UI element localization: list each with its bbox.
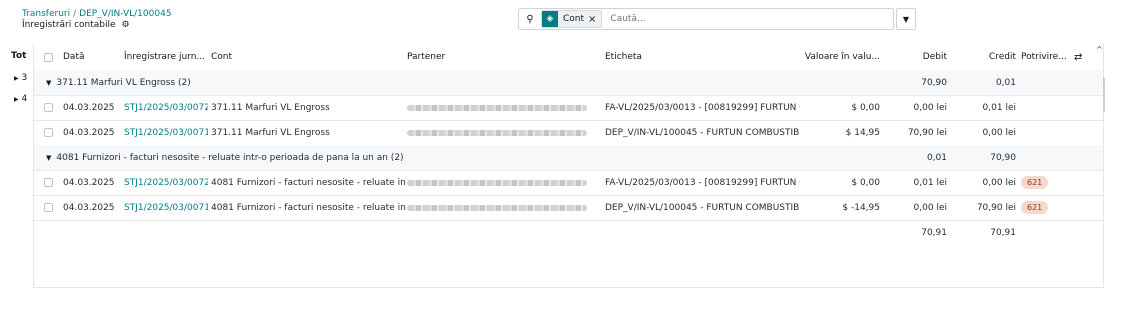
column-header-journal-entry[interactable]: Înregistrare jurn... [124, 44, 204, 70]
breadcrumb-parent-link[interactable]: Transferuri [22, 9, 70, 19]
breadcrumb-current-link[interactable]: DEP_V/IN-VL/100045 [79, 9, 171, 19]
column-header-debit[interactable]: Debit [889, 44, 947, 70]
journal-items-list: Dată Înregistrare jurn... Cont Partener … [33, 44, 1104, 288]
row-label: FA-VL/2025/03/0013 - [00819299] FURTUN C… [605, 102, 800, 113]
page-title-text: Înregistrări contabile [22, 20, 116, 30]
row-label: FA-VL/2025/03/0013 - [00819299] FURTUN C… [605, 177, 800, 188]
row-debit: 70,90 lei [907, 127, 947, 138]
scrollbar-thumb[interactable] [1103, 78, 1105, 112]
table-row[interactable]: 04.03.2025 STJ1/2025/03/0071 371.11 Marf… [34, 120, 1103, 146]
row-credit: 70,90 lei [976, 202, 1016, 213]
scroll-up-icon[interactable]: ^ [1096, 45, 1103, 54]
row-amount-currency: $ 0,00 [851, 102, 880, 113]
table-row[interactable]: 04.03.2025 STJ1/2025/03/0072 371.11 Marf… [34, 95, 1103, 121]
group-credit: 70,90 [990, 152, 1016, 163]
column-header-matching[interactable]: Potrivire... [1021, 44, 1071, 70]
facet-label: Cont [563, 14, 585, 24]
search-options-toggle[interactable]: ▼ [896, 8, 916, 30]
row-debit: 0,00 lei [913, 102, 947, 113]
gear-icon[interactable]: ⚙ [121, 20, 129, 30]
page-title: Înregistrări contabile ⚙ [22, 20, 130, 30]
matching-badge[interactable]: 621 [1021, 170, 1071, 195]
table-row[interactable]: 04.03.2025 STJ1/2025/03/0071 4081 Furniz… [34, 195, 1103, 221]
column-header-partner[interactable]: Partener [407, 44, 557, 70]
row-partner-redacted [407, 195, 597, 220]
row-checkbox[interactable] [44, 120, 56, 145]
breadcrumb: Transferuri / DEP_V/IN-VL/100045 [22, 9, 172, 19]
breadcrumb-separator: / [73, 9, 77, 19]
search-icon[interactable]: ⚲ [519, 14, 541, 25]
group-debit: 0,01 [926, 152, 947, 163]
account-facet-icon: ◈ [542, 11, 558, 27]
column-header-account[interactable]: Cont [211, 44, 361, 70]
gutter-expander-1[interactable]: ▶ 3 [14, 73, 27, 83]
group-title: 4081 Furnizori - facturi nesosite - relu… [56, 152, 404, 163]
caret-down-icon: ▼ [46, 153, 52, 162]
row-account: 371.11 Marfuri VL Engross [211, 102, 330, 113]
totals-row: 70,91 70,91 [34, 220, 1103, 245]
search-bar: ⚲ ◈ Cont × [518, 8, 894, 30]
row-credit: 0,00 lei [982, 127, 1016, 138]
group-debit: 70,90 [921, 77, 947, 88]
row-journal-entry-link[interactable]: STJ1/2025/03/0072 [124, 170, 208, 195]
optional-columns-icon[interactable]: ⇄ [1074, 44, 1088, 70]
row-date: 04.03.2025 [63, 177, 115, 188]
row-date: 04.03.2025 [63, 127, 115, 138]
row-checkbox[interactable] [44, 95, 56, 120]
total-debit: 70,91 [921, 227, 947, 238]
group-title: 371.11 Marfuri VL Engross (2) [56, 77, 191, 88]
row-account: 4081 Furnizori - facturi nesosite - relu… [211, 177, 406, 188]
total-credit: 70,91 [990, 227, 1016, 238]
row-credit: 0,01 lei [982, 102, 1016, 113]
row-credit: 0,00 lei [982, 177, 1016, 188]
group-row[interactable]: ▼ 4081 Furnizori - facturi nesosite - rel… [34, 145, 1103, 171]
row-partner-redacted [407, 95, 597, 120]
facet-remove-button[interactable]: × [588, 14, 601, 25]
row-debit: 0,01 lei [913, 177, 947, 188]
group-row[interactable]: ▼ 371.11 Marfuri VL Engross (2) 70,90 0,0… [34, 70, 1103, 96]
totals-gutter-label: Tot [11, 51, 27, 61]
caret-down-icon: ▼ [46, 78, 52, 87]
search-input[interactable] [608, 10, 893, 28]
column-header-credit[interactable]: Credit [956, 44, 1016, 70]
row-amount-currency: $ -14,95 [842, 202, 880, 213]
row-checkbox[interactable] [44, 195, 56, 220]
row-journal-entry-link[interactable]: STJ1/2025/03/0071 [124, 120, 208, 145]
row-label: DEP_V/IN-VL/100045 - FURTUN COMBUSTIBIL [605, 202, 800, 213]
row-amount-currency: $ 0,00 [851, 177, 880, 188]
group-credit: 0,01 [995, 77, 1016, 88]
row-journal-entry-link[interactable]: STJ1/2025/03/0072 [124, 95, 208, 120]
row-label: DEP_V/IN-VL/100045 - FURTUN COMBUSTIBIL [605, 127, 800, 138]
table-row[interactable]: 04.03.2025 STJ1/2025/03/0072 4081 Furniz… [34, 170, 1103, 196]
column-header-label[interactable]: Eticheta [605, 44, 755, 70]
chevron-down-icon: ▼ [902, 14, 910, 24]
column-header-date[interactable]: Dată [63, 44, 123, 70]
row-debit: 0,00 lei [913, 202, 947, 213]
row-date: 04.03.2025 [63, 202, 115, 213]
matching-badge[interactable]: 621 [1021, 195, 1071, 220]
row-account: 4081 Furnizori - facturi nesosite - relu… [211, 202, 406, 213]
row-partner-redacted [407, 120, 597, 145]
row-checkbox[interactable] [44, 170, 56, 195]
row-account: 371.11 Marfuri VL Engross [211, 127, 330, 138]
column-header-amount-currency[interactable]: Valoare în valu... [802, 44, 880, 70]
select-all-checkbox[interactable] [44, 44, 56, 70]
gutter-expander-2[interactable]: ▶ 4 [14, 94, 27, 104]
row-amount-currency: $ 14,95 [845, 127, 880, 138]
list-header: Dată Înregistrare jurn... Cont Partener … [34, 44, 1103, 71]
row-date: 04.03.2025 [63, 102, 115, 113]
search-facet: ◈ Cont × [541, 10, 603, 28]
row-journal-entry-link[interactable]: STJ1/2025/03/0071 [124, 195, 208, 220]
row-partner-redacted [407, 170, 597, 195]
